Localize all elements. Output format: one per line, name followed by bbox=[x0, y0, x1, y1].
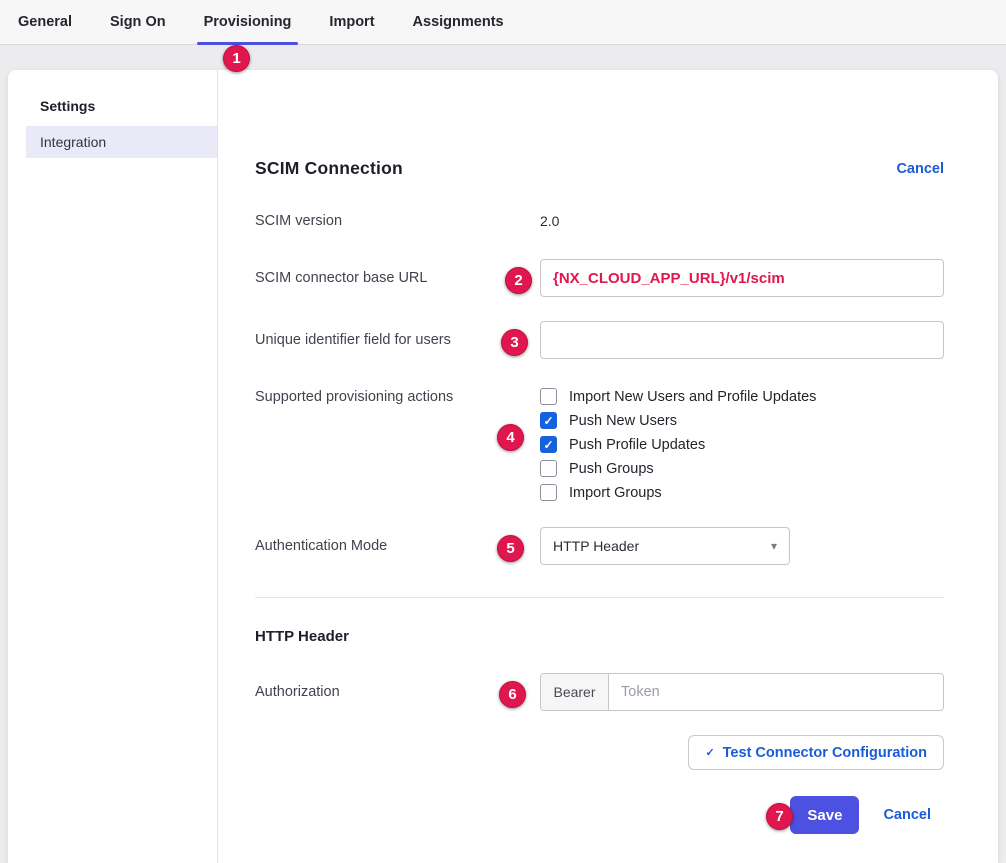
token-input[interactable] bbox=[609, 674, 943, 710]
cancel-link-top[interactable]: Cancel bbox=[896, 161, 944, 177]
annotation-badge-2: 2 bbox=[505, 267, 532, 294]
tab-general[interactable]: General bbox=[11, 0, 79, 44]
provisioning-actions-list: Import New Users and Profile Updates Pus… bbox=[540, 387, 816, 501]
app-tabbar: General Sign On Provisioning Import Assi… bbox=[0, 0, 1006, 45]
annotation-badge-6: 6 bbox=[499, 681, 526, 708]
scim-version-value: 2.0 bbox=[540, 213, 559, 229]
provisioning-actions-label: Supported provisioning actions bbox=[255, 387, 540, 405]
sidebar-item-integration[interactable]: Integration bbox=[26, 126, 217, 158]
authorization-label: Authorization bbox=[255, 684, 540, 700]
scim-version-label: SCIM version bbox=[255, 213, 540, 229]
bearer-prefix: Bearer bbox=[541, 674, 609, 710]
checkbox-label: Push Groups bbox=[569, 461, 654, 477]
http-header-section-title: HTTP Header bbox=[255, 628, 944, 645]
action-push-profile-updates[interactable]: Push Profile Updates bbox=[540, 436, 816, 453]
scim-connection-panel: SCIM Connection Cancel SCIM version 2.0 … bbox=[218, 70, 998, 863]
annotation-badge-1: 1 bbox=[223, 45, 250, 72]
checkbox-label: Import New Users and Profile Updates bbox=[569, 389, 816, 405]
checkbox-4[interactable] bbox=[540, 484, 557, 501]
tab-sign-on[interactable]: Sign On bbox=[103, 0, 173, 44]
checkbox-label: Push Profile Updates bbox=[569, 437, 705, 453]
scim-base-url-input[interactable] bbox=[540, 259, 944, 297]
chevron-down-icon: ▾ bbox=[771, 539, 777, 553]
settings-sidebar: Settings Integration bbox=[8, 70, 218, 863]
settings-card: Settings Integration SCIM Connection Can… bbox=[8, 70, 998, 863]
action-import-new-users[interactable]: Import New Users and Profile Updates bbox=[540, 388, 816, 405]
page: General Sign On Provisioning Import Assi… bbox=[0, 0, 1006, 863]
cancel-link-bottom[interactable]: Cancel bbox=[883, 807, 931, 823]
tab-assignments[interactable]: Assignments bbox=[406, 0, 511, 44]
authorization-field: Bearer bbox=[540, 673, 944, 711]
unique-identifier-label: Unique identifier field for users bbox=[255, 332, 540, 348]
action-push-groups[interactable]: Push Groups bbox=[540, 460, 816, 477]
checkbox-2[interactable] bbox=[540, 436, 557, 453]
selected-auth-mode: HTTP Header bbox=[553, 538, 639, 554]
annotation-badge-4: 4 bbox=[497, 424, 524, 451]
checkbox-0[interactable] bbox=[540, 388, 557, 405]
action-push-new-users[interactable]: Push New Users bbox=[540, 412, 816, 429]
save-button[interactable]: Save bbox=[790, 796, 859, 834]
base-url-label: SCIM connector base URL bbox=[255, 270, 540, 286]
checkbox-label: Push New Users bbox=[569, 413, 677, 429]
sidebar-heading: Settings bbox=[26, 98, 217, 114]
page-title: SCIM Connection bbox=[255, 158, 403, 179]
checkbox-label: Import Groups bbox=[569, 485, 662, 501]
action-import-groups[interactable]: Import Groups bbox=[540, 484, 816, 501]
annotation-badge-5: 5 bbox=[497, 535, 524, 562]
test-connector-label: Test Connector Configuration bbox=[723, 745, 927, 761]
annotation-badge-7: 7 bbox=[766, 803, 793, 830]
checkbox-1[interactable] bbox=[540, 412, 557, 429]
checkbox-3[interactable] bbox=[540, 460, 557, 477]
tab-provisioning[interactable]: Provisioning bbox=[197, 0, 299, 44]
authentication-mode-select[interactable]: HTTP Header ▾ bbox=[540, 527, 790, 565]
check-icon: ✓ bbox=[705, 746, 714, 759]
annotation-badge-3: 3 bbox=[501, 329, 528, 356]
test-connector-button[interactable]: ✓ Test Connector Configuration bbox=[688, 735, 944, 770]
section-divider bbox=[255, 597, 944, 598]
unique-identifier-input[interactable] bbox=[540, 321, 944, 359]
tab-import[interactable]: Import bbox=[322, 0, 381, 44]
